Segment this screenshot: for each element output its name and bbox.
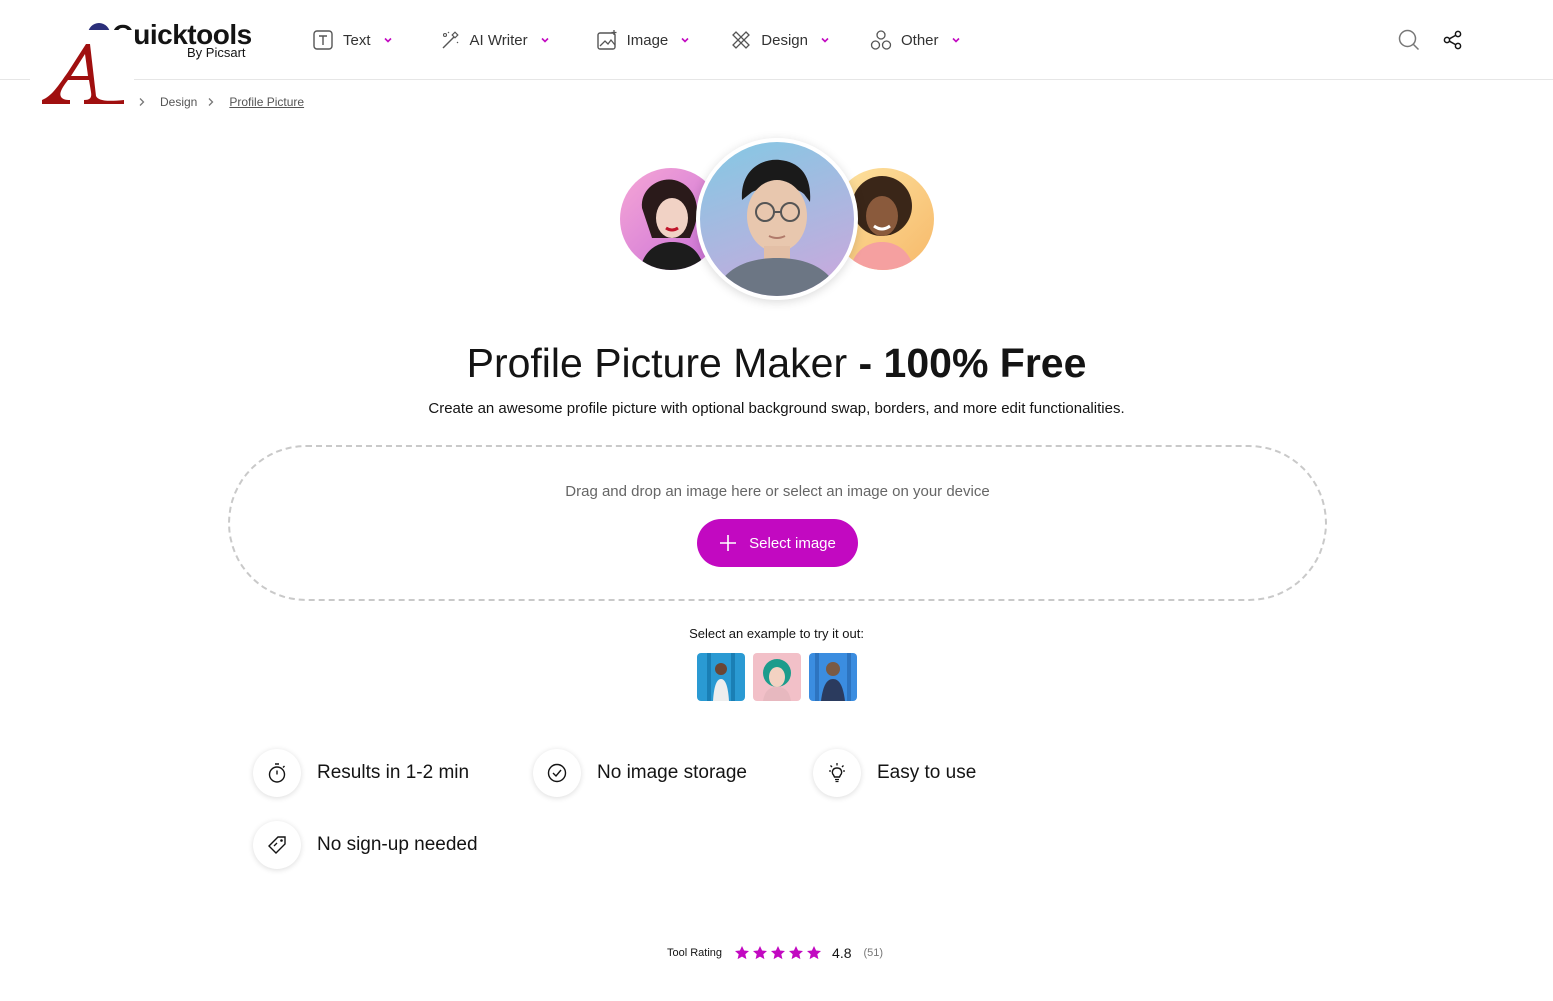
breadcrumb-profile-picture[interactable]: Profile Picture <box>229 95 304 109</box>
feature-results-label: Results in 1-2 min <box>317 762 470 783</box>
feature-no-signup-label: No sign-up needed <box>317 834 478 855</box>
page-title: Profile Picture Maker - 100% Free <box>0 338 1553 388</box>
star-icon[interactable] <box>734 945 750 961</box>
select-image-button[interactable]: Select image <box>697 519 858 567</box>
examples-label: Select an example to try it out: <box>689 626 864 641</box>
star-icon[interactable] <box>806 945 822 961</box>
main-nav: Text AI Writer Image Design Other <box>312 26 961 54</box>
image-dropzone[interactable]: Drag and drop an image here or select an… <box>228 445 1327 601</box>
feature-no-signup: No sign-up needed <box>253 821 478 869</box>
search-icon[interactable] <box>1397 28 1421 52</box>
magic-wand-icon <box>439 29 461 51</box>
nav-ai-writer-label: AI Writer <box>469 31 528 49</box>
feature-no-storage: No image storage <box>533 749 747 797</box>
star-icon[interactable] <box>788 945 804 961</box>
feature-easy-to-use: Easy to use <box>813 749 976 797</box>
chevron-right-icon <box>138 97 146 107</box>
chevron-down-icon <box>951 35 961 45</box>
nav-image-label: Image <box>626 31 669 49</box>
breadcrumb: Design Profile Picture <box>138 94 314 110</box>
chevron-down-icon <box>680 35 690 45</box>
breadcrumb-design[interactable]: Design <box>160 95 197 109</box>
lightbulb-icon <box>813 749 861 797</box>
rating-label: Tool Rating <box>667 947 723 959</box>
top-header: Quicktools By Picsart Text AI Writer Ima… <box>0 0 1553 80</box>
chevron-right-icon <box>207 97 215 107</box>
check-circle-icon <box>533 749 581 797</box>
page-subtitle: Create an awesome profile picture with o… <box>428 400 1125 417</box>
tag-icon <box>253 821 301 869</box>
nav-design[interactable]: Design <box>730 26 830 54</box>
tool-rating: Tool Rating 4.8 (51) <box>667 943 883 963</box>
plus-icon <box>719 534 737 552</box>
shapes-icon <box>870 29 892 51</box>
rating-value: 4.8 <box>832 945 852 961</box>
rating-stars[interactable] <box>734 945 824 961</box>
select-image-label: Select image <box>749 534 836 552</box>
dropzone-instructions: Drag and drop an image here or select an… <box>565 483 990 500</box>
star-icon[interactable] <box>752 945 768 961</box>
star-icon[interactable] <box>770 945 786 961</box>
chevron-down-icon <box>820 35 830 45</box>
nav-design-label: Design <box>761 31 808 49</box>
page-title-regular: Profile Picture Maker <box>466 340 859 386</box>
logo-subtitle: By Picsart <box>187 45 246 60</box>
chevron-down-icon <box>540 35 550 45</box>
nav-other-label: Other <box>900 31 939 49</box>
nav-text[interactable]: Text <box>312 26 393 54</box>
example-images <box>697 653 865 701</box>
page-title-bold: - 100% Free <box>858 340 1087 386</box>
sample-avatar-man-glasses <box>696 138 858 300</box>
example-image-1[interactable] <box>697 653 745 701</box>
image-sparkle-icon <box>596 29 618 51</box>
feature-easy-label: Easy to use <box>877 762 977 783</box>
share-icon[interactable] <box>1441 28 1465 52</box>
rating-count: (51) <box>863 947 884 959</box>
example-image-3[interactable] <box>809 653 857 701</box>
red-a-logo <box>30 30 134 112</box>
chevron-down-icon <box>383 35 393 45</box>
stopwatch-icon <box>253 749 301 797</box>
nav-other[interactable]: Other <box>870 26 961 54</box>
feature-no-storage-label: No image storage <box>597 762 747 783</box>
nav-image[interactable]: Image <box>596 26 691 54</box>
nav-text-label: Text <box>343 31 371 49</box>
design-tools-icon <box>730 29 752 51</box>
text-box-icon <box>312 29 334 51</box>
feature-results-time: Results in 1-2 min <box>253 749 469 797</box>
example-image-2[interactable] <box>753 653 801 701</box>
nav-ai-writer[interactable]: AI Writer <box>439 26 550 54</box>
